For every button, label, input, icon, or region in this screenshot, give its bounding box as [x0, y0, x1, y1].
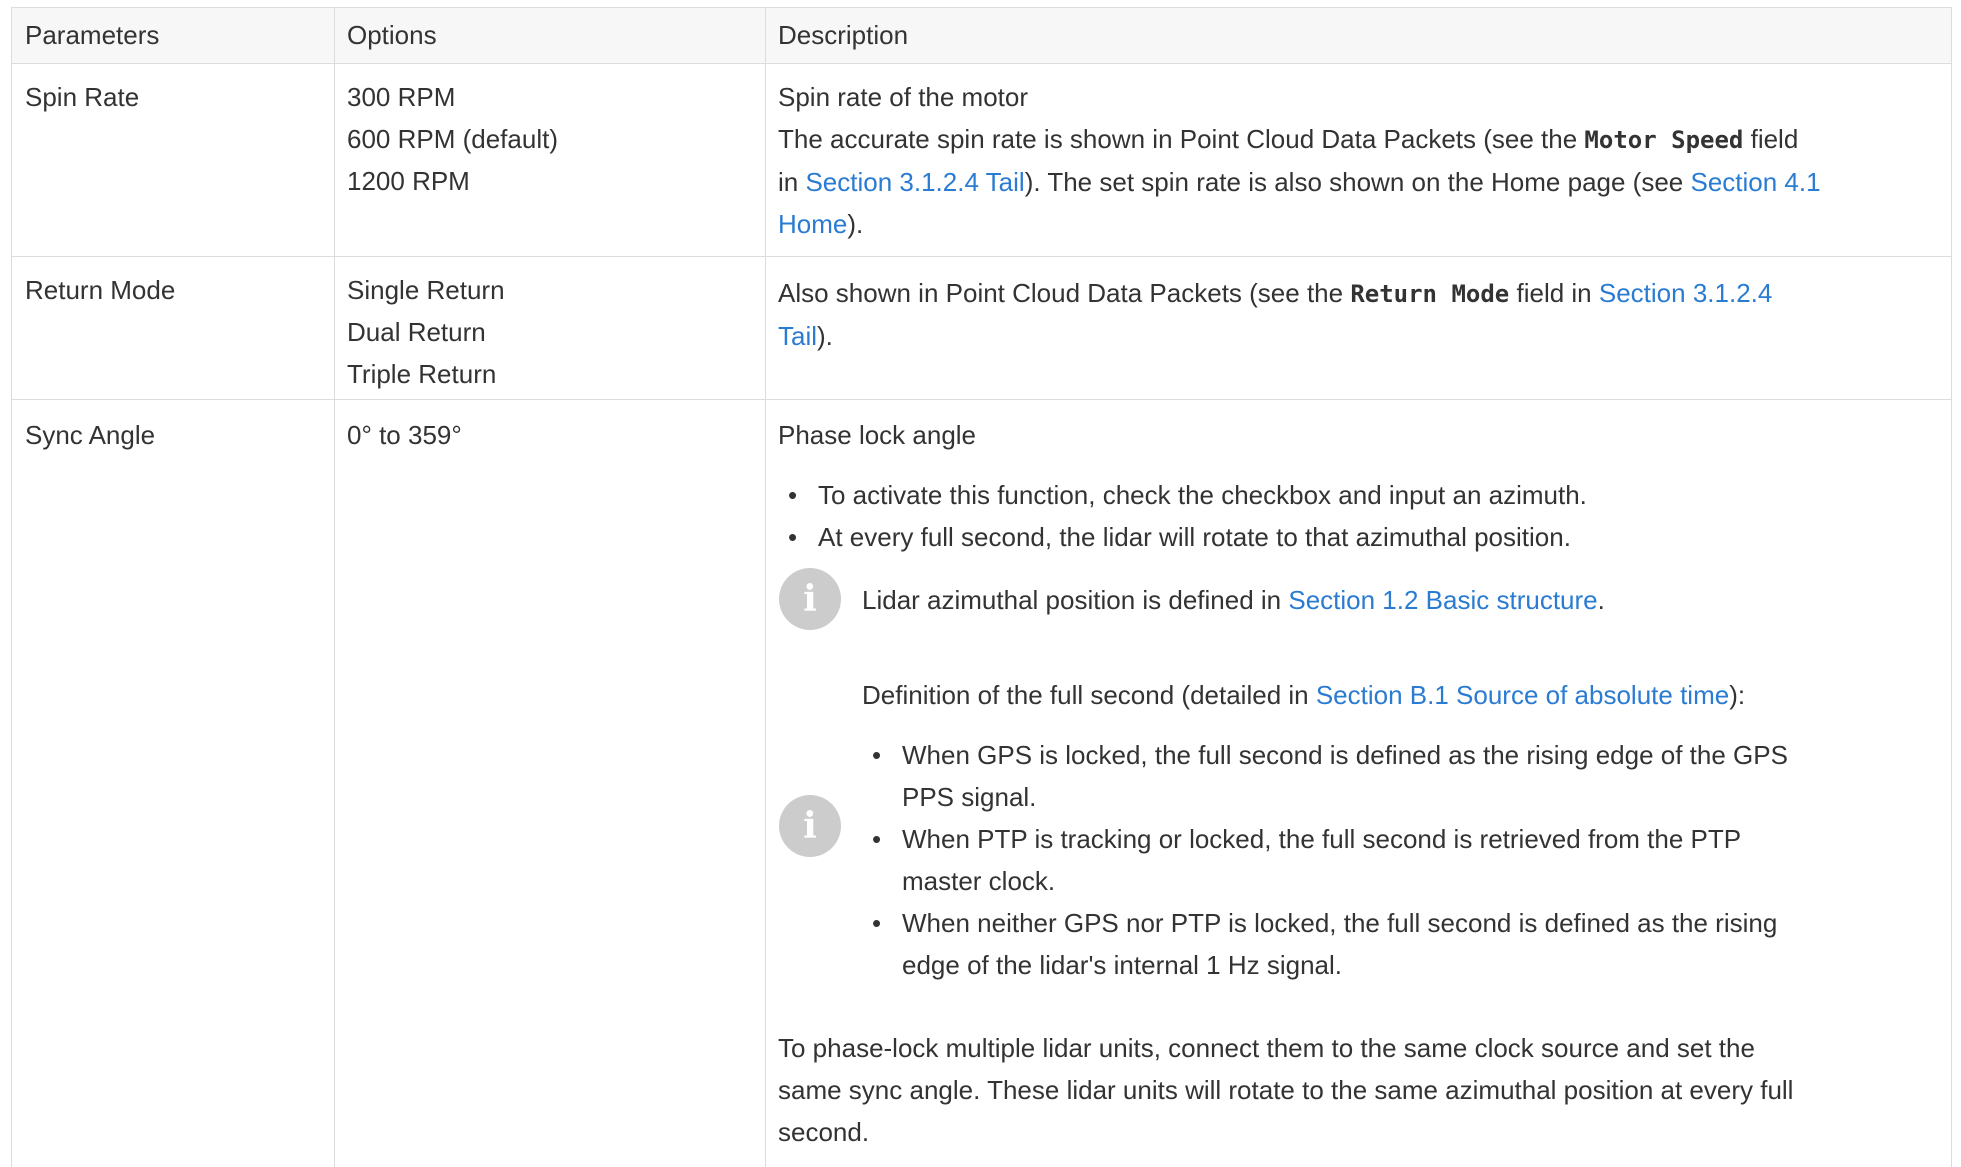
text: ).: [847, 209, 864, 239]
sync-bullets: To activate this function, check the che…: [778, 474, 1938, 558]
motor-speed-code: Motor Speed: [1584, 126, 1744, 154]
row-divider: [12, 399, 1951, 400]
list-item: When PTP is tracking or locked, the full…: [862, 818, 1922, 902]
list-item: When GPS is locked, the full second is d…: [862, 734, 1922, 818]
option-item: 600 RPM (default): [347, 124, 558, 154]
desc-title: Spin rate of the motor: [778, 82, 1029, 112]
param-sync-angle: Sync Angle: [25, 420, 156, 450]
link-tail[interactable]: Tail: [778, 321, 817, 351]
link-section-3-1-2-4-tail[interactable]: Section 3.1.2.4 Tail: [805, 167, 1024, 197]
options-sync-angle: 0° to 359°: [347, 414, 462, 456]
desc-return-mode: Also shown in Point Cloud Data Packets (…: [778, 272, 1772, 357]
link-section-4-1[interactable]: Section 4.1: [1690, 167, 1820, 197]
link-home[interactable]: Home: [778, 209, 847, 239]
text: in: [778, 167, 806, 197]
text: ):: [1729, 680, 1746, 710]
desc-sync-angle: Phase lock angle To activate this functi…: [778, 414, 1938, 558]
header-description: Description: [778, 20, 909, 50]
full-second-bullets: When GPS is locked, the full second is d…: [862, 734, 1922, 986]
list-item: At every full second, the lidar will rot…: [778, 516, 1938, 558]
option-item: 1200 RPM: [347, 166, 470, 196]
text: ). The set spin rate is also shown on th…: [1024, 167, 1691, 197]
options-spin-rate: 300 RPM 600 RPM (default) 1200 RPM: [347, 76, 558, 202]
parameters-table: Parameters Options Description Spin Rate…: [11, 7, 1952, 1167]
option-item: 300 RPM: [347, 82, 456, 112]
link-section-b-1-source-of-absolute-time[interactable]: Section B.1 Source of absolute time: [1316, 680, 1729, 710]
table-header: [12, 7, 1951, 63]
note-azimuthal-position: Lidar azimuthal position is defined in S…: [862, 579, 1605, 621]
link-section-3-1-2-4[interactable]: Section 3.1.2.4: [1599, 278, 1772, 308]
list-item: When neither GPS nor PTP is locked, the …: [862, 902, 1922, 986]
text: .: [1597, 585, 1605, 615]
param-spin-rate: Spin Rate: [25, 82, 140, 112]
option-item: Dual Return: [347, 317, 486, 347]
text: same sync angle. These lidar units will …: [778, 1075, 1794, 1105]
text: edge of the lidar's internal 1 Hz signal…: [902, 950, 1342, 980]
text: ).: [817, 321, 833, 351]
header-parameters: Parameters: [25, 20, 160, 50]
header-options: Options: [347, 20, 437, 50]
desc-line: in Section 3.1.2.4 Tail). The set spin r…: [778, 161, 1821, 203]
text: field: [1743, 124, 1799, 154]
info-icon: i: [779, 568, 841, 630]
text: master clock.: [902, 866, 1056, 896]
param-return-mode: Return Mode: [25, 275, 176, 305]
text: field in: [1509, 278, 1599, 308]
text: When neither GPS nor PTP is locked, the …: [902, 908, 1778, 938]
desc-line: The accurate spin rate is shown in Point…: [778, 118, 1821, 161]
option-item: Single Return: [347, 275, 505, 305]
text: When GPS is locked, the full second is d…: [902, 740, 1788, 770]
text: Also shown in Point Cloud Data Packets (…: [778, 278, 1351, 308]
column-divider: [765, 7, 766, 1167]
text: Definition of the full second (detailed …: [862, 680, 1316, 710]
column-divider: [334, 7, 335, 1167]
option-item: 0° to 359°: [347, 420, 462, 450]
return-mode-code: Return Mode: [1350, 280, 1510, 308]
desc-line: Tail).: [778, 315, 1772, 357]
text: When PTP is tracking or locked, the full…: [902, 824, 1742, 854]
desc-title: Phase lock angle: [778, 420, 977, 450]
row-divider: [12, 256, 1951, 257]
list-item: To activate this function, check the che…: [778, 474, 1938, 516]
desc-line: Home).: [778, 203, 1821, 245]
desc-line: Also shown in Point Cloud Data Packets (…: [778, 272, 1772, 315]
desc-spin-rate: Spin rate of the motor The accurate spin…: [778, 76, 1821, 245]
options-return-mode: Single Return Dual Return Triple Return: [347, 269, 505, 395]
info-icon: i: [779, 795, 841, 857]
sync-footer-paragraph: To phase-lock multiple lidar units, conn…: [778, 1027, 1793, 1153]
note-line: Definition of the full second (detailed …: [862, 674, 1922, 716]
text: second.: [778, 1117, 870, 1147]
link-section-1-2-basic-structure[interactable]: Section 1.2 Basic structure: [1288, 585, 1597, 615]
text: PPS signal.: [902, 782, 1037, 812]
row-divider: [12, 7, 1951, 8]
text: The accurate spin rate is shown in Point…: [778, 124, 1585, 154]
row-divider: [12, 63, 1951, 64]
note-full-second: Definition of the full second (detailed …: [862, 674, 1922, 986]
text: To phase-lock multiple lidar units, conn…: [778, 1033, 1755, 1063]
option-item: Triple Return: [347, 359, 497, 389]
text: Lidar azimuthal position is defined in: [862, 585, 1289, 615]
